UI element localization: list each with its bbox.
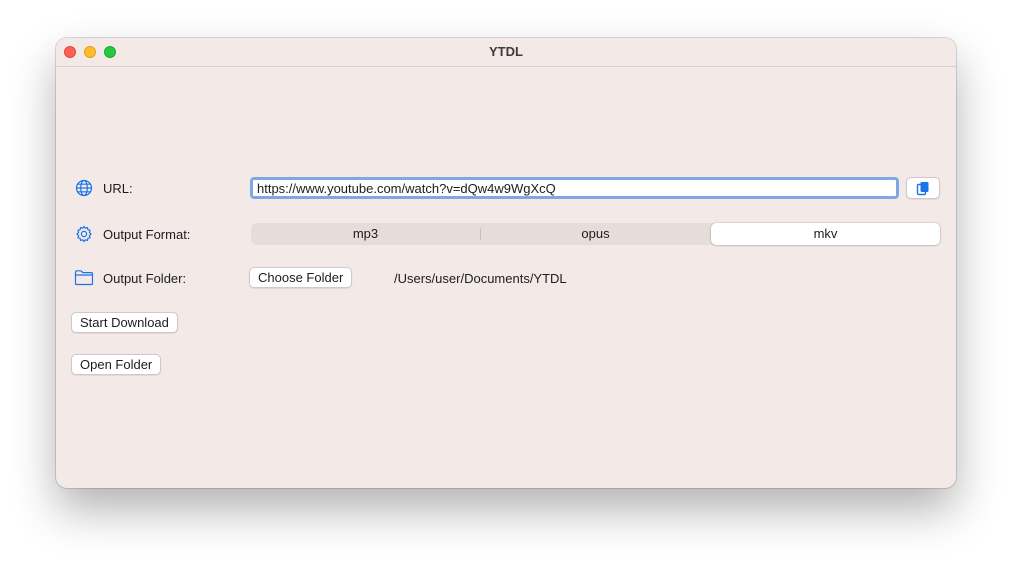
url-label: URL:: [103, 181, 133, 196]
url-input[interactable]: [250, 177, 899, 199]
format-option-opus[interactable]: opus: [481, 223, 710, 245]
output-format-label: Output Format:: [103, 227, 191, 242]
format-segmented-control: mp3 opus mkv: [251, 223, 940, 245]
output-folder-path: /Users/user/Documents/YTDL: [394, 271, 567, 286]
format-option-mkv[interactable]: mkv: [711, 223, 940, 245]
title-bar: YTDL: [56, 38, 956, 67]
format-option-mp3[interactable]: mp3: [251, 223, 480, 245]
window-title: YTDL: [489, 44, 523, 59]
folder-icon: [74, 269, 94, 289]
choose-folder-button[interactable]: Choose Folder: [249, 267, 353, 288]
app-window: YTDL URL: Output Format: mp3 opus mkv: [56, 38, 956, 488]
start-download-button[interactable]: Start Download: [71, 312, 178, 333]
gear-icon: [75, 225, 95, 245]
open-folder-button[interactable]: Open Folder: [71, 354, 162, 375]
clipboard-icon: [916, 182, 929, 196]
output-folder-label: Output Folder:: [103, 271, 187, 286]
paste-url-button[interactable]: [906, 177, 940, 199]
globe-icon: [75, 179, 95, 199]
